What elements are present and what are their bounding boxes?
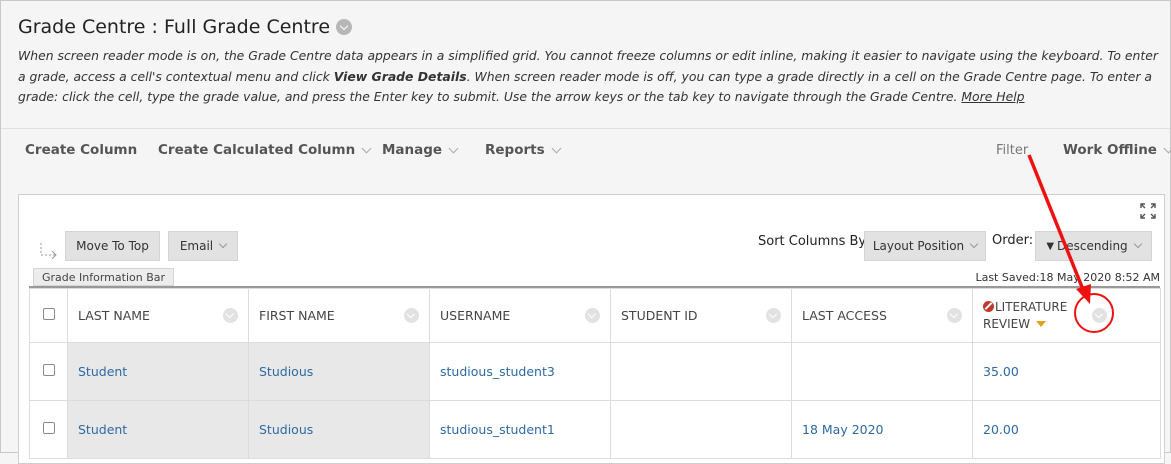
grade-centre-grid: LAST NAME FIRST NAME USERNAME STUDENT ID…: [29, 288, 1161, 459]
grid-header-row: LAST NAME FIRST NAME USERNAME STUDENT ID…: [29, 288, 1161, 343]
row-select-cell: [29, 400, 68, 459]
chevron-down-icon: [361, 143, 372, 153]
first-name-cell: Studious: [248, 342, 430, 401]
student-id-cell[interactable]: [610, 400, 792, 459]
row-select-cell: [29, 342, 68, 401]
chevron-down-icon: [1133, 239, 1142, 249]
student-id-cell[interactable]: [610, 342, 792, 401]
last-access-cell[interactable]: [791, 342, 973, 401]
username-value: studious_student1: [440, 422, 555, 437]
first-name-link[interactable]: Studious: [249, 364, 429, 379]
username-value: studious_student3: [440, 364, 555, 379]
last-access-cell[interactable]: 18 May 2020: [791, 400, 973, 459]
column-header-last-access[interactable]: LAST ACCESS: [791, 288, 973, 343]
column-menu-chevron-icon[interactable]: [585, 308, 600, 323]
grade-value: 20.00: [983, 422, 1019, 437]
create-column-button[interactable]: Create Column: [25, 142, 137, 158]
chevron-down-icon: [1163, 143, 1171, 153]
last-name-cell: Student: [67, 400, 249, 459]
last-name-cell: Student: [67, 342, 249, 401]
filter-button[interactable]: Filter: [996, 143, 1028, 158]
manage-menu[interactable]: Manage: [382, 142, 459, 158]
last-saved-status: Last Saved:18 May 2020 8:52 AM: [975, 271, 1160, 284]
more-help-link[interactable]: More Help: [961, 89, 1024, 104]
not-visible-to-students-icon: [983, 300, 994, 312]
sort-indicator-icon: [1036, 320, 1047, 327]
grade-information-bar: Grade Information Bar Last Saved:18 May …: [29, 266, 1160, 288]
chevron-down-icon: [551, 143, 562, 153]
order-select[interactable]: ▼ Descending: [1035, 231, 1152, 261]
header-divider: [1, 128, 1170, 129]
order-value: Descending: [1057, 239, 1128, 253]
manage-label: Manage: [382, 142, 443, 158]
chevron-down-icon: [448, 143, 459, 153]
create-calculated-column-menu[interactable]: Create Calculated Column: [158, 142, 372, 158]
grid-toolbar: Move To Top Email Sort Columns By: Layou…: [19, 231, 1164, 263]
literature-review-grade-cell[interactable]: 20.00: [972, 400, 1161, 459]
column-header-literature-review[interactable]: LITERATURE REVIEW: [972, 288, 1161, 343]
row-checkbox[interactable]: [42, 422, 55, 434]
grade-information-bar-tab[interactable]: Grade Information Bar: [33, 268, 175, 286]
column-header-label: LAST NAME: [78, 308, 150, 323]
title-options-chevron-icon[interactable]: [336, 19, 353, 35]
first-name-cell: Studious: [248, 400, 430, 459]
move-to-top-button[interactable]: Move To Top: [65, 231, 160, 261]
sort-columns-by-label: Sort Columns By:: [758, 234, 870, 249]
last-access-value: 18 May 2020: [802, 422, 884, 437]
column-header-username[interactable]: USERNAME: [429, 288, 611, 343]
column-menu-chevron-icon[interactable]: [404, 308, 419, 323]
column-header-label: FIRST NAME: [259, 308, 335, 323]
selected-rows-arrow-icon: [40, 243, 57, 259]
row-checkbox[interactable]: [42, 364, 55, 376]
column-header-label: LITERATURE REVIEW: [983, 299, 1068, 331]
chevron-down-icon: [969, 239, 979, 249]
work-offline-label: Work Offline: [1063, 142, 1157, 158]
email-label: Email: [179, 239, 214, 253]
layout-position-value: Layout Position: [872, 239, 965, 253]
page-header: Grade Centre : Full Grade Centre When sc…: [18, 16, 1163, 108]
reports-label: Reports: [485, 142, 545, 158]
title-row: Grade Centre : Full Grade Centre: [18, 16, 1163, 38]
grade-centre-panel: Move To Top Email Sort Columns By: Layou…: [18, 194, 1165, 464]
literature-review-grade-cell[interactable]: 35.00: [972, 342, 1161, 401]
sort-descending-icon: ▼: [1046, 240, 1055, 252]
select-all-checkbox[interactable]: [42, 308, 55, 320]
column-header-student-id[interactable]: STUDENT ID: [610, 288, 792, 343]
page-title: Grade Centre : Full Grade Centre: [18, 16, 331, 38]
column-header-label: LAST ACCESS: [802, 308, 887, 323]
move-to-top-label: Move To Top: [76, 239, 149, 253]
column-menu-chevron-icon[interactable]: [766, 308, 781, 323]
screen-reader-instructions: When screen reader mode is on, the Grade…: [18, 46, 1163, 108]
chevron-down-icon: [218, 239, 228, 249]
column-menu-chevron-icon[interactable]: [947, 308, 962, 323]
literature-review-column-menu-chevron-icon[interactable]: [1092, 308, 1107, 323]
column-header-last-name[interactable]: LAST NAME: [67, 288, 249, 343]
last-name-link[interactable]: Student: [68, 364, 248, 379]
layout-position-select[interactable]: Layout Position: [864, 231, 986, 261]
first-name-link[interactable]: Studious: [249, 422, 429, 437]
literature-review-label-wrap: LITERATURE REVIEW: [983, 299, 1083, 333]
order-label: Order:: [992, 233, 1034, 248]
last-name-link[interactable]: Student: [68, 422, 248, 437]
column-header-label: USERNAME: [440, 308, 511, 323]
expand-icon[interactable]: [1140, 203, 1156, 219]
table-row: Student Studious studious_student1 18 Ma…: [29, 400, 1161, 459]
username-cell[interactable]: studious_student3: [429, 342, 611, 401]
column-header-label: STUDENT ID: [621, 308, 698, 323]
create-column-label: Create Column: [25, 142, 138, 158]
column-header-first-name[interactable]: FIRST NAME: [248, 288, 430, 343]
create-calculated-column-label: Create Calculated Column: [158, 142, 356, 158]
instructions-bold-text: View Grade Details: [333, 68, 467, 84]
action-bar: Create Column Create Calculated Column M…: [0, 130, 1171, 174]
grade-value: 35.00: [983, 364, 1019, 379]
email-menu-button[interactable]: Email: [168, 231, 238, 261]
column-menu-chevron-icon[interactable]: [223, 308, 238, 323]
select-all-cell: [29, 288, 68, 343]
work-offline-menu[interactable]: Work Offline: [1063, 142, 1171, 158]
reports-menu[interactable]: Reports: [485, 142, 562, 158]
table-row: Student Studious studious_student3 35.00: [29, 342, 1161, 401]
username-cell[interactable]: studious_student1: [429, 400, 611, 459]
